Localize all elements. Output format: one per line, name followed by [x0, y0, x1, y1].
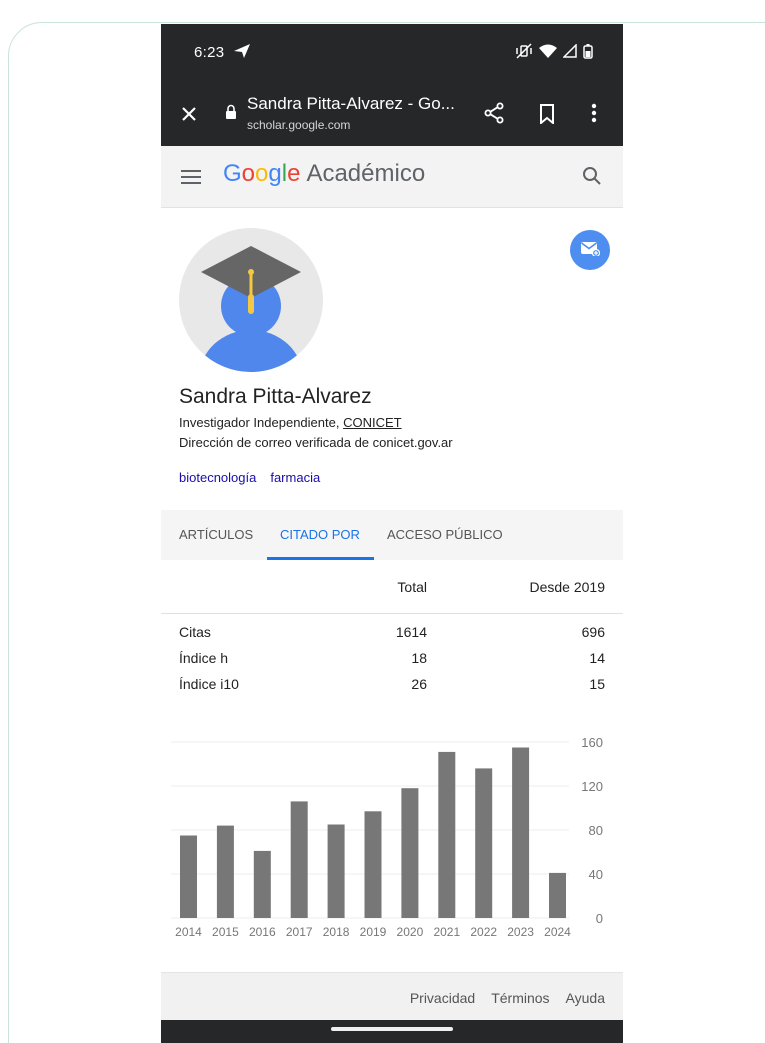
follow-email-button[interactable] [570, 230, 610, 270]
lock-icon [225, 104, 237, 124]
status-time: 6:23 [194, 44, 225, 61]
x-tick-label: 2024 [544, 925, 571, 939]
tab-citado-por[interactable]: CITADO POR [280, 527, 360, 542]
stats-row-since: 14 [589, 650, 605, 666]
profile-affiliation: Investigador Independiente, CONICET [179, 415, 402, 430]
tab-articulos[interactable]: ARTÍCULOS [179, 527, 253, 542]
browser-toolbar: Sandra Pitta-Alvarez - Go... scholar.goo… [161, 84, 623, 146]
google-scholar-logo[interactable]: Google Académico [223, 160, 425, 188]
chart-bar [290, 801, 308, 918]
status-bar: 6:23 [161, 24, 623, 84]
system-navigation-bar [161, 1020, 623, 1043]
y-tick-label: 80 [589, 823, 603, 838]
phone-screen: 6:23 Sandra Pitta-Alvarez - Go... schola… [161, 24, 623, 1043]
footer-links: Privacidad Términos Ayuda [410, 990, 605, 1006]
page-title[interactable]: Sandra Pitta-Alvarez - Go... [247, 94, 455, 114]
chart-bar [549, 872, 566, 918]
stats-row-total: 1614 [395, 624, 427, 640]
x-tick-label: 2014 [175, 925, 202, 939]
close-icon[interactable] [179, 104, 199, 129]
home-gesture-handle[interactable] [331, 1027, 453, 1031]
chart-bar [401, 788, 419, 918]
chart-bar [180, 835, 197, 918]
email-icon [580, 240, 601, 261]
navigation-arrow-icon [233, 43, 251, 64]
x-tick-label: 2017 [286, 925, 313, 939]
scholar-header: Google Académico [161, 146, 623, 208]
stats-row-label: Citas [179, 624, 211, 640]
position-text: Investigador Independiente, [179, 415, 344, 430]
footer-link-help[interactable]: Ayuda [566, 990, 605, 1006]
affiliation-link[interactable]: CONICET [343, 415, 402, 430]
x-tick-label: 2015 [212, 925, 239, 939]
chart-bar [475, 768, 493, 918]
y-tick-label: 160 [581, 735, 603, 750]
stats-row-since: 15 [589, 676, 605, 692]
bookmark-icon[interactable] [539, 104, 555, 129]
y-tick-label: 120 [581, 779, 603, 794]
profile-tabs: ARTÍCULOS CITADO POR ACCESO PÚBLICO [161, 510, 623, 560]
active-tab-indicator [267, 557, 374, 560]
chart-bar [364, 811, 382, 918]
research-interests: biotecnología farmacia [179, 470, 320, 485]
logo-letter: g [268, 160, 282, 187]
stats-row-total: 26 [411, 676, 427, 692]
x-tick-label: 2019 [360, 925, 387, 939]
profile-name: Sandra Pitta-Alvarez [179, 385, 372, 408]
signal-icon [562, 43, 577, 63]
verified-email-text: Dirección de correo verificada de conice… [179, 435, 453, 450]
chart-bar [512, 747, 530, 918]
footer-link-terms[interactable]: Términos [491, 990, 549, 1006]
wifi-icon [539, 44, 557, 63]
citations-per-year-chart: 0 40 80 120 160 2014 2015 2016 2017 2018 2019 2020 2… [161, 724, 623, 944]
x-tick-label: 2021 [433, 925, 460, 939]
y-tick-label: 0 [596, 911, 603, 926]
footer-link-privacy[interactable]: Privacidad [410, 990, 475, 1006]
stats-row-label: Índice h [179, 650, 229, 666]
chart-bar [327, 824, 345, 918]
table-divider [161, 613, 623, 614]
logo-suffix: Académico [306, 160, 426, 187]
hamburger-menu-icon[interactable] [181, 169, 201, 190]
profile-avatar [179, 228, 323, 372]
column-header-since: Desde 2019 [529, 579, 605, 595]
tab-acceso-publico[interactable]: ACCESO PÚBLICO [387, 527, 503, 542]
logo-letter: o [255, 160, 269, 187]
chart-bar [216, 825, 234, 918]
x-tick-label: 2023 [507, 925, 534, 939]
chart-bar [253, 850, 271, 918]
more-options-icon[interactable] [591, 102, 597, 129]
stats-row-label: Índice i10 [179, 676, 239, 692]
page-url[interactable]: scholar.google.com [247, 118, 350, 132]
x-tick-label: 2018 [323, 925, 350, 939]
citations-chart-svg: 0 40 80 120 160 2014 2015 2016 2017 2018 2019 2020 2… [171, 735, 603, 939]
battery-icon [583, 43, 593, 64]
stats-row-total: 18 [411, 650, 427, 666]
page-footer: Privacidad Términos Ayuda [161, 972, 623, 1020]
logo-letter: o [241, 160, 256, 187]
vibrate-off-icon [515, 43, 533, 64]
x-tick-label: 2016 [249, 925, 276, 939]
x-tick-label: 2022 [470, 925, 497, 939]
system-icons [515, 43, 593, 64]
chart-bar [438, 751, 456, 918]
interest-tag[interactable]: biotecnología [179, 470, 256, 485]
logo-letter: e [287, 160, 301, 187]
x-tick-label: 2020 [397, 925, 424, 939]
interest-tag[interactable]: farmacia [270, 470, 320, 485]
column-header-total: Total [397, 579, 427, 595]
search-icon[interactable] [582, 166, 602, 191]
stats-row-since: 696 [581, 624, 605, 640]
share-icon[interactable] [483, 102, 505, 129]
logo-letter: G [223, 160, 242, 187]
y-tick-label: 40 [589, 867, 603, 882]
